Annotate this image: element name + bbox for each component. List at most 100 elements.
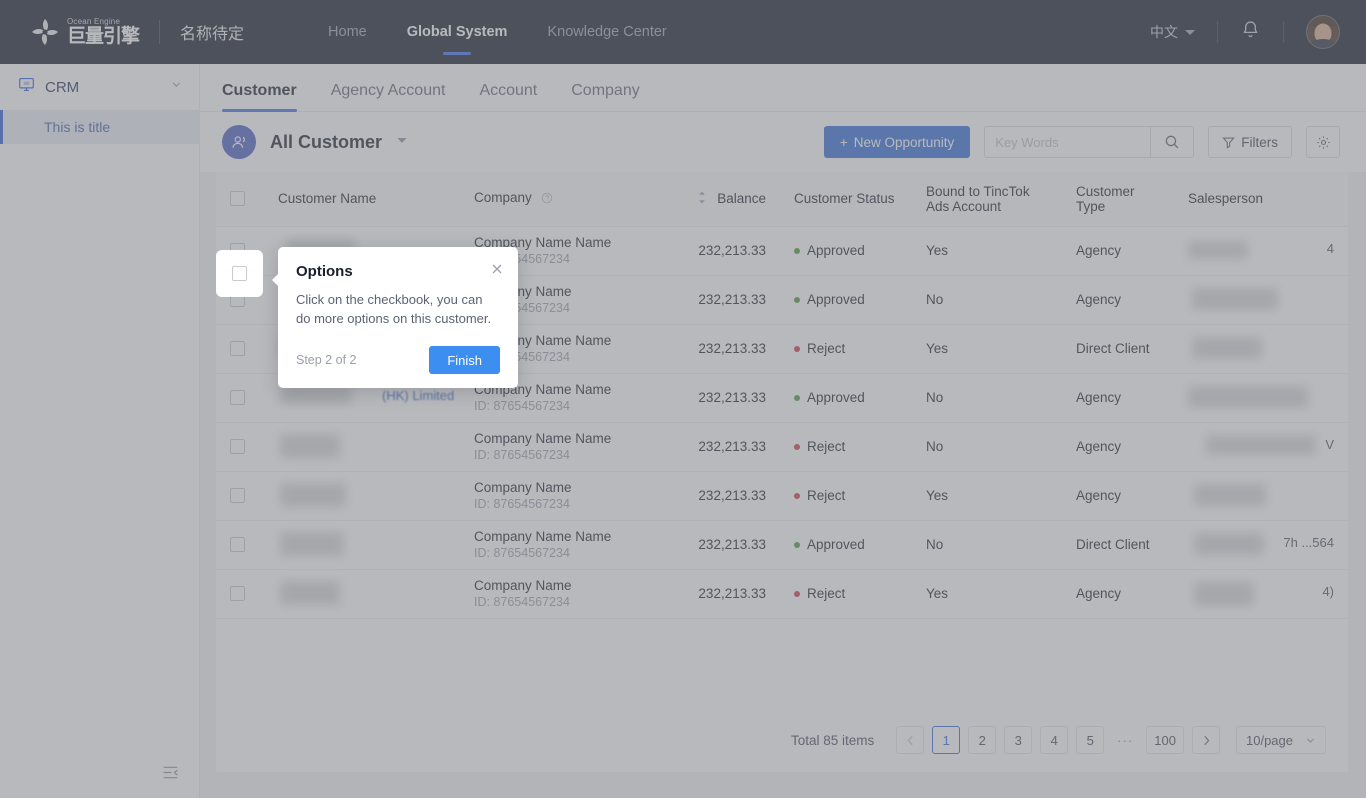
- sort-updown-icon[interactable]: [697, 191, 707, 207]
- company-name: Company Name Name: [474, 430, 612, 446]
- logo-cn-text: 巨量引擎: [67, 26, 140, 47]
- th-label: Company: [474, 190, 532, 206]
- notifications-button[interactable]: [1240, 19, 1261, 45]
- search-input[interactable]: [984, 126, 1151, 158]
- toolbar: All Customer + New Opportunity Key Words…: [200, 112, 1366, 172]
- status-label: Reject: [807, 488, 846, 503]
- finish-label: Finish: [447, 352, 482, 368]
- th-bound-tinctok[interactable]: Bound to TincTok Ads Account: [912, 172, 1062, 227]
- cell-customer-type: Direct Client: [1062, 520, 1174, 570]
- popover-close-button[interactable]: [490, 262, 504, 276]
- company-id: ID: 87654567234: [474, 496, 570, 511]
- row-checkbox[interactable]: [230, 537, 245, 552]
- pagination-page-2[interactable]: 2: [968, 726, 997, 754]
- status-dot-icon: [794, 493, 800, 499]
- th-label: Customer Name: [278, 191, 377, 207]
- chevron-down-icon[interactable]: [170, 78, 183, 96]
- select-all-checkbox[interactable]: [230, 191, 245, 207]
- pagination-next-button[interactable]: [1192, 726, 1220, 754]
- cell-customer-name[interactable]: [264, 471, 460, 521]
- cell-customer-name[interactable]: [264, 520, 460, 570]
- new-opportunity-button[interactable]: + New Opportunity: [823, 126, 971, 158]
- pagination-page-1[interactable]: 1: [932, 726, 961, 754]
- page-label: 1: [942, 732, 950, 748]
- ocean-engine-logo-icon: [30, 17, 60, 47]
- topnav-item-home[interactable]: Home: [308, 0, 387, 64]
- table-row[interactable]: Company Name Name ID: 87654567234 232,213.…: [216, 520, 1348, 570]
- row-checkbox[interactable]: [230, 390, 245, 405]
- company-name: Company Name: [474, 577, 572, 593]
- cell-customer-name[interactable]: [264, 569, 460, 619]
- salesperson-value: 7h ...564: [1283, 534, 1334, 550]
- table-head: Customer Name Company Balance Customer S…: [216, 172, 1348, 227]
- status-dot-icon: [794, 346, 800, 352]
- chevron-down-icon[interactable]: [396, 133, 408, 151]
- redacted-salesperson: 7h ...564: [1188, 532, 1334, 557]
- tab-company[interactable]: Company: [571, 82, 639, 111]
- company-id: ID: 87654567234: [474, 594, 570, 609]
- topnav-item-global-system[interactable]: Global System: [387, 0, 528, 64]
- company-name: Company Name Name: [474, 528, 612, 544]
- sidebar-item-this-is-title[interactable]: This is title: [0, 110, 199, 144]
- table-row[interactable]: Company Name Name ID: 87654567234 232,213.…: [216, 422, 1348, 472]
- row-checkbox[interactable]: [230, 586, 245, 601]
- table-row[interactable]: Company Name ID: 87654567234 232,213.33 Rej…: [216, 471, 1348, 521]
- th-customer-type[interactable]: Customer Type: [1062, 172, 1174, 227]
- status-dot-icon: [794, 591, 800, 597]
- row-checkbox[interactable]: [230, 341, 245, 356]
- popover-title: Options: [296, 263, 353, 280]
- user-avatar[interactable]: [1306, 15, 1340, 49]
- customer-table: Customer Name Company Balance Customer S…: [216, 172, 1348, 619]
- company-id: ID: 87654567234: [474, 398, 570, 413]
- cell-salesperson: 4: [1174, 226, 1348, 276]
- page-size-selector[interactable]: 10/page: [1236, 726, 1326, 754]
- redacted-salesperson: [1188, 336, 1334, 361]
- pagination-prev-button[interactable]: [896, 726, 925, 754]
- close-icon: [492, 264, 502, 274]
- chevron-down-icon: [1306, 738, 1315, 743]
- tab-agency-account[interactable]: Agency Account: [331, 82, 446, 111]
- search-button[interactable]: [1150, 126, 1195, 158]
- redacted-salesperson: [1188, 483, 1334, 508]
- settings-button[interactable]: [1306, 126, 1340, 158]
- cell-salesperson: [1174, 275, 1348, 325]
- cell-customer-name[interactable]: [264, 422, 460, 472]
- help-circle-icon[interactable]: [541, 192, 553, 207]
- cell-company: Company Name Name ID: 87654567234: [460, 422, 660, 472]
- row-checkbox-highlighted[interactable]: [232, 266, 247, 281]
- language-selector[interactable]: 中文: [1150, 22, 1195, 42]
- cell-customer-type: Agency: [1062, 373, 1174, 423]
- tab-customer[interactable]: Customer: [222, 82, 297, 112]
- customer-name-link[interactable]: (HK) Limited: [382, 388, 454, 403]
- th-customer-name[interactable]: Customer Name: [264, 172, 460, 227]
- filters-label: Filters: [1241, 134, 1278, 150]
- th-customer-status[interactable]: Customer Status: [780, 172, 912, 227]
- redacted-salesperson: [1188, 287, 1334, 312]
- th-salesperson[interactable]: Salesperson: [1174, 172, 1348, 227]
- salesperson-value: V: [1325, 436, 1334, 452]
- pagination-page-3[interactable]: 3: [1004, 726, 1033, 754]
- brand-logo[interactable]: Ocean Engine 巨量引擎: [0, 17, 140, 47]
- sidebar-group-crm[interactable]: CRM: [0, 64, 199, 110]
- popover-finish-button[interactable]: Finish: [429, 346, 500, 374]
- pagination-page-4[interactable]: 4: [1040, 726, 1069, 754]
- redaction-block: [1192, 336, 1262, 359]
- cell-bound-tinctok: No: [912, 373, 1062, 423]
- row-checkbox[interactable]: [230, 439, 245, 454]
- th-balance[interactable]: Balance: [660, 172, 780, 227]
- th-company[interactable]: Company: [460, 172, 660, 227]
- row-checkbox[interactable]: [230, 488, 245, 503]
- onboarding-spotlight-checkbox[interactable]: [216, 250, 263, 297]
- pagination-page-5[interactable]: 5: [1076, 726, 1105, 754]
- tab-account[interactable]: Account: [479, 82, 537, 111]
- pagination-page-last[interactable]: 100: [1146, 726, 1184, 754]
- bell-icon: [1243, 21, 1258, 38]
- sidebar-collapse-button[interactable]: [0, 746, 200, 798]
- topnav-item-knowledge-center[interactable]: Knowledge Center: [527, 0, 686, 64]
- redacted-name: [278, 482, 446, 507]
- table-row[interactable]: Company Name ID: 87654567234 232,213.33 Rej…: [216, 569, 1348, 619]
- sidebar: CRM This is title: [0, 64, 200, 798]
- filters-button[interactable]: Filters: [1208, 126, 1292, 158]
- chevron-down-icon: [1185, 29, 1195, 35]
- cell-customer-type: Agency: [1062, 569, 1174, 619]
